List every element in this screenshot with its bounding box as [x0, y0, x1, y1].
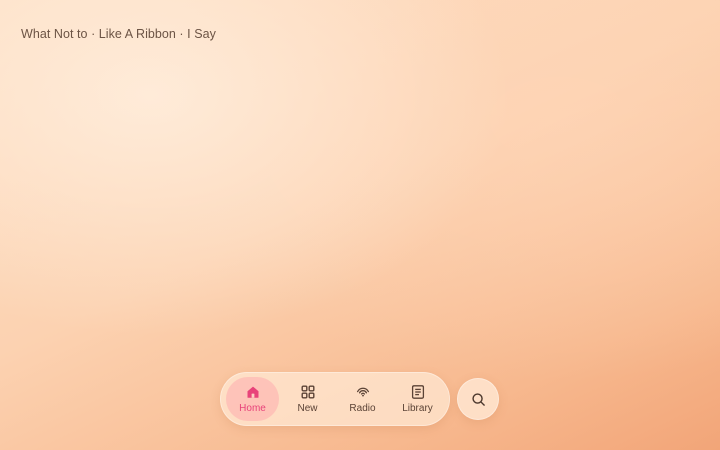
tab-radio-label: Radio — [349, 403, 376, 414]
library-icon — [410, 384, 426, 400]
tab-new[interactable]: New — [281, 377, 334, 421]
tab-radio[interactable]: Radio — [336, 377, 389, 421]
tab-bar: Home New Radio Library — [220, 372, 450, 426]
search-icon — [471, 392, 486, 407]
home-icon — [245, 384, 261, 400]
radio-icon — [355, 384, 371, 400]
tab-library[interactable]: Library — [391, 377, 444, 421]
tab-home-label: Home — [239, 403, 266, 414]
now-playing-text: What Not to · Like A Ribbon · I Say — [21, 27, 216, 41]
grid-icon — [300, 384, 316, 400]
tab-library-label: Library — [402, 403, 433, 414]
tab-home[interactable]: Home — [226, 377, 279, 421]
search-button[interactable] — [457, 378, 499, 420]
tab-new-label: New — [297, 403, 318, 414]
